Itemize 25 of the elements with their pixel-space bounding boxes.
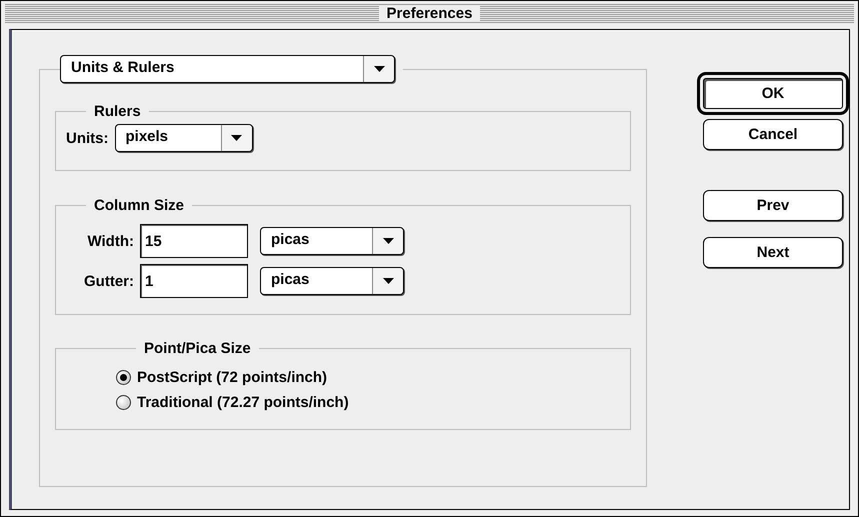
field-label: Gutter:	[83, 272, 135, 290]
dropdown-arrow-icon	[382, 278, 394, 284]
group-title: Rulers	[93, 103, 142, 120]
dialog-button[interactable]: Next	[703, 237, 843, 268]
dropdown-arrow-icon	[374, 66, 384, 72]
input-field[interactable]: 15	[140, 224, 248, 258]
unit-dropdown[interactable]: picas	[260, 267, 404, 295]
field-label: Width:	[86, 232, 135, 250]
dialog-button[interactable]: Prev	[703, 190, 843, 221]
category-dropdown[interactable]: Units & Rulers	[60, 55, 395, 83]
radio-button[interactable]	[116, 370, 131, 385]
input-field[interactable]: 1	[140, 264, 248, 298]
unit-dropdown[interactable]: picas	[260, 227, 404, 255]
group-title: Column Size	[93, 197, 186, 214]
dialog-button[interactable]: Cancel	[703, 119, 843, 150]
radio-label[interactable]: PostScript (72 points/inch)	[137, 369, 328, 386]
window-title: Preferences	[378, 5, 480, 22]
group-title: Point/Pica Size	[143, 340, 252, 357]
units-dropdown[interactable]: pixels	[114, 124, 252, 152]
field-label: Units:	[66, 130, 108, 146]
dropdown-arrow-icon	[231, 135, 242, 141]
default-button[interactable]: OK	[697, 72, 849, 115]
radio-button[interactable]	[116, 395, 131, 410]
radio-label[interactable]: Traditional (72.27 points/inch)	[137, 394, 349, 411]
dropdown-arrow-icon	[382, 238, 394, 244]
